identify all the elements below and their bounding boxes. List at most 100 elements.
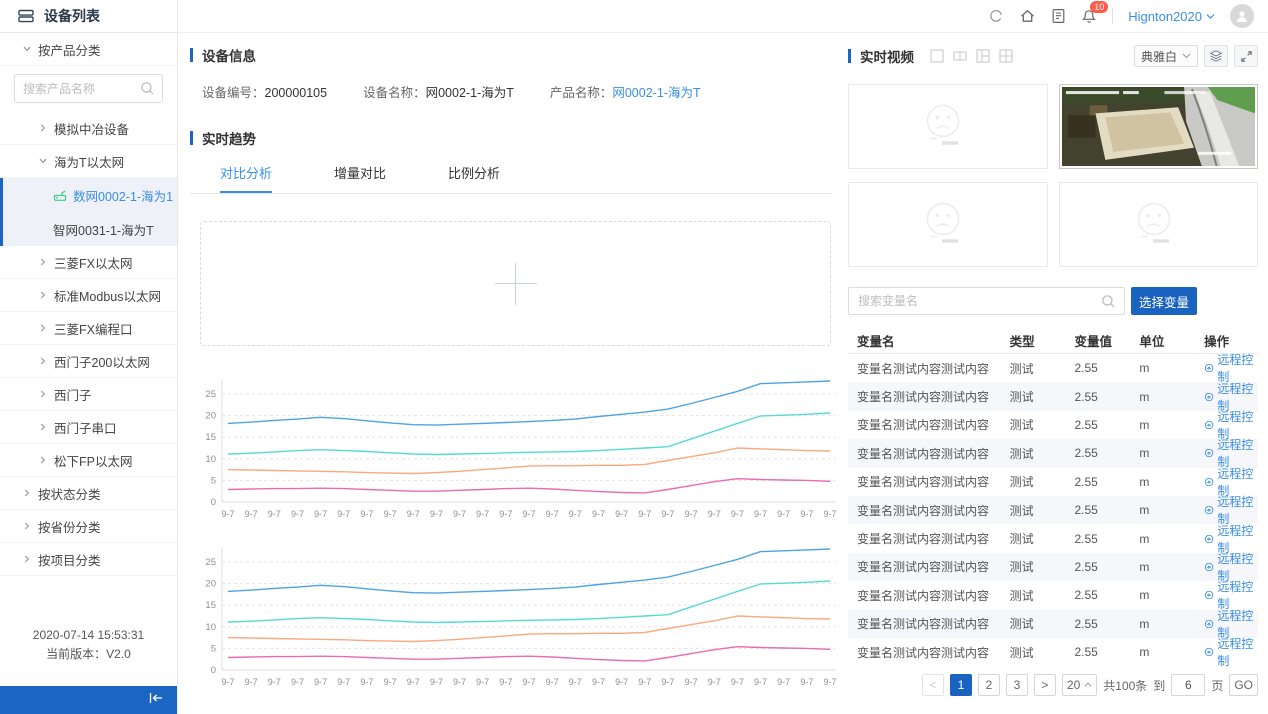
svg-text:9-7: 9-7: [499, 677, 512, 687]
sidebar-category-group[interactable]: 按状态分类: [0, 477, 177, 510]
tree-item-label: 标准Modbus以太网: [54, 286, 161, 305]
avatar[interactable]: [1230, 4, 1254, 28]
svg-text:9-7: 9-7: [569, 677, 582, 687]
svg-text:9-7: 9-7: [685, 509, 698, 519]
sidebar-product-group[interactable]: 海为T以太网: [0, 145, 177, 178]
trend-tab[interactable]: 增量对比: [334, 152, 386, 193]
sidebar-category-group[interactable]: 按项目分类: [0, 543, 177, 576]
variable-name-cell: 变量名测试内容测试内容: [848, 530, 1010, 547]
page-button[interactable]: 3: [1006, 674, 1028, 696]
page-button[interactable]: 1: [950, 674, 972, 696]
video-slot-camera[interactable]: [1059, 84, 1258, 169]
layout-1-view-icon[interactable]: [930, 49, 944, 63]
variable-search-input[interactable]: [848, 287, 1125, 315]
product-name-link[interactable]: 网0002-1-海为T: [612, 86, 700, 100]
svg-text:20: 20: [205, 579, 216, 590]
variables-table: 变量名类型变量值单位操作 变量名测试内容测试内容测试2.55m远程控制变量名测试…: [848, 327, 1258, 666]
svg-text:9-7: 9-7: [777, 677, 790, 687]
sidebar-product-group[interactable]: 模拟中冶设备: [0, 112, 177, 145]
device-info-field: 设备编号：200000105: [202, 82, 327, 101]
layers-icon: [1209, 49, 1223, 63]
sidebar-product-group[interactable]: 标准Modbus以太网: [0, 279, 177, 312]
field-label: 产品名称：: [550, 86, 613, 100]
section-bar: [190, 48, 193, 62]
plus-icon: [495, 263, 537, 305]
tree-item-label: 西门子200以太网: [54, 352, 150, 371]
sidebar-product-group[interactable]: 松下FP以太网: [0, 444, 177, 477]
svg-text:9-7: 9-7: [268, 677, 281, 687]
field-value: 200000105: [265, 86, 328, 100]
svg-text:9-7: 9-7: [360, 509, 373, 519]
svg-text:9-7: 9-7: [384, 509, 397, 519]
document-icon[interactable]: [1051, 8, 1066, 24]
tree-item-label: 松下FP以太网: [54, 451, 132, 470]
refresh-icon[interactable]: [988, 8, 1004, 24]
type-cell: 测试: [1010, 388, 1075, 405]
video-slot-empty[interactable]: [848, 182, 1048, 267]
svg-text:9-7: 9-7: [731, 509, 744, 519]
table-row: 变量名测试内容测试内容测试2.55m远程控制: [848, 581, 1258, 609]
notification-bell-icon[interactable]: 10: [1081, 8, 1097, 25]
type-cell: 测试: [1010, 473, 1075, 490]
remote-control-icon: [1204, 504, 1214, 516]
home-icon[interactable]: [1019, 8, 1036, 24]
trend-tab[interactable]: 对比分析: [220, 152, 272, 193]
type-cell: 测试: [1010, 416, 1075, 433]
value-cell: 2.55: [1074, 617, 1139, 631]
sidebar-group-by-product[interactable]: 按产品分类: [0, 33, 177, 66]
sidebar-product-group[interactable]: 三菱FX编程口: [0, 312, 177, 345]
sidebar-product-group[interactable]: 西门子: [0, 378, 177, 411]
line-chart-1: 05101520259-79-79-79-79-79-79-79-79-79-7…: [192, 374, 842, 524]
svg-text:9-7: 9-7: [569, 509, 582, 519]
svg-text:9-7: 9-7: [708, 509, 721, 519]
svg-text:9-7: 9-7: [245, 677, 258, 687]
svg-text:9-7: 9-7: [291, 677, 304, 687]
layout-4-view-icon[interactable]: [999, 49, 1013, 63]
add-variable-dropzone[interactable]: [200, 221, 831, 346]
sidebar-device-item[interactable]: 数网0002-1-海为1: [3, 178, 177, 212]
svg-text:5: 5: [211, 643, 216, 654]
table-row: 变量名测试内容测试内容测试2.55m远程控制: [848, 553, 1258, 581]
page-size-select[interactable]: 20: [1062, 674, 1097, 696]
table-row: 变量名测试内容测试内容测试2.55m远程控制: [848, 411, 1258, 439]
sidebar-collapse-bar[interactable]: [0, 686, 177, 714]
goto-page-button[interactable]: GO: [1229, 674, 1258, 696]
select-variables-button[interactable]: 选择变量: [1131, 287, 1197, 315]
theme-select[interactable]: 典雅白: [1134, 45, 1198, 67]
svg-text:9-7: 9-7: [499, 509, 512, 519]
table-row: 变量名测试内容测试内容测试2.55m远程控制: [848, 468, 1258, 496]
chevron-right-icon: [38, 123, 48, 133]
sidebar-product-group[interactable]: 西门子串口: [0, 411, 177, 444]
sidebar-product-group[interactable]: 三菱FX以太网: [0, 246, 177, 279]
goto-page-input[interactable]: [1171, 674, 1205, 696]
prev-page-button[interactable]: <: [922, 674, 944, 696]
layers-button[interactable]: [1204, 45, 1228, 67]
remote-control-link[interactable]: 远程控制: [1204, 635, 1258, 669]
remote-control-icon: [1204, 447, 1214, 459]
sidebar-device-item[interactable]: 智网0031-1-海为T: [3, 212, 177, 246]
tree-item-label: 按省份分类: [38, 517, 101, 536]
user-menu[interactable]: Hignton2020: [1128, 9, 1215, 24]
svg-text:9-7: 9-7: [546, 677, 559, 687]
svg-text:9-7: 9-7: [592, 677, 605, 687]
layout-2-view-icon[interactable]: [953, 49, 967, 63]
svg-text:9-7: 9-7: [407, 509, 420, 519]
unit-cell: m: [1139, 475, 1204, 489]
sidebar-product-group[interactable]: 西门子200以太网: [0, 345, 177, 378]
svg-text:9-7: 9-7: [754, 509, 767, 519]
svg-text:9-7: 9-7: [314, 677, 327, 687]
sidebar: 设备列表 按产品分类 模拟中冶设备海为T以太网 数网0002-1-海为1智网00…: [0, 0, 178, 714]
trend-tab[interactable]: 比例分析: [448, 152, 500, 193]
next-page-button[interactable]: >: [1034, 674, 1056, 696]
page-button[interactable]: 2: [978, 674, 1000, 696]
sidebar-category-group[interactable]: 按省份分类: [0, 510, 177, 543]
svg-text:9-7: 9-7: [592, 509, 605, 519]
video-slot-empty[interactable]: [1059, 182, 1258, 267]
notification-badge: 10: [1090, 1, 1108, 13]
fullscreen-button[interactable]: [1234, 45, 1258, 67]
variable-name-cell: 变量名测试内容测试内容: [848, 360, 1010, 377]
video-slot-empty[interactable]: [848, 84, 1048, 169]
tree-item-label: 按状态分类: [38, 484, 101, 503]
layout-3-view-icon[interactable]: [976, 49, 990, 63]
right-panel: 实时视频: [845, 33, 1268, 714]
